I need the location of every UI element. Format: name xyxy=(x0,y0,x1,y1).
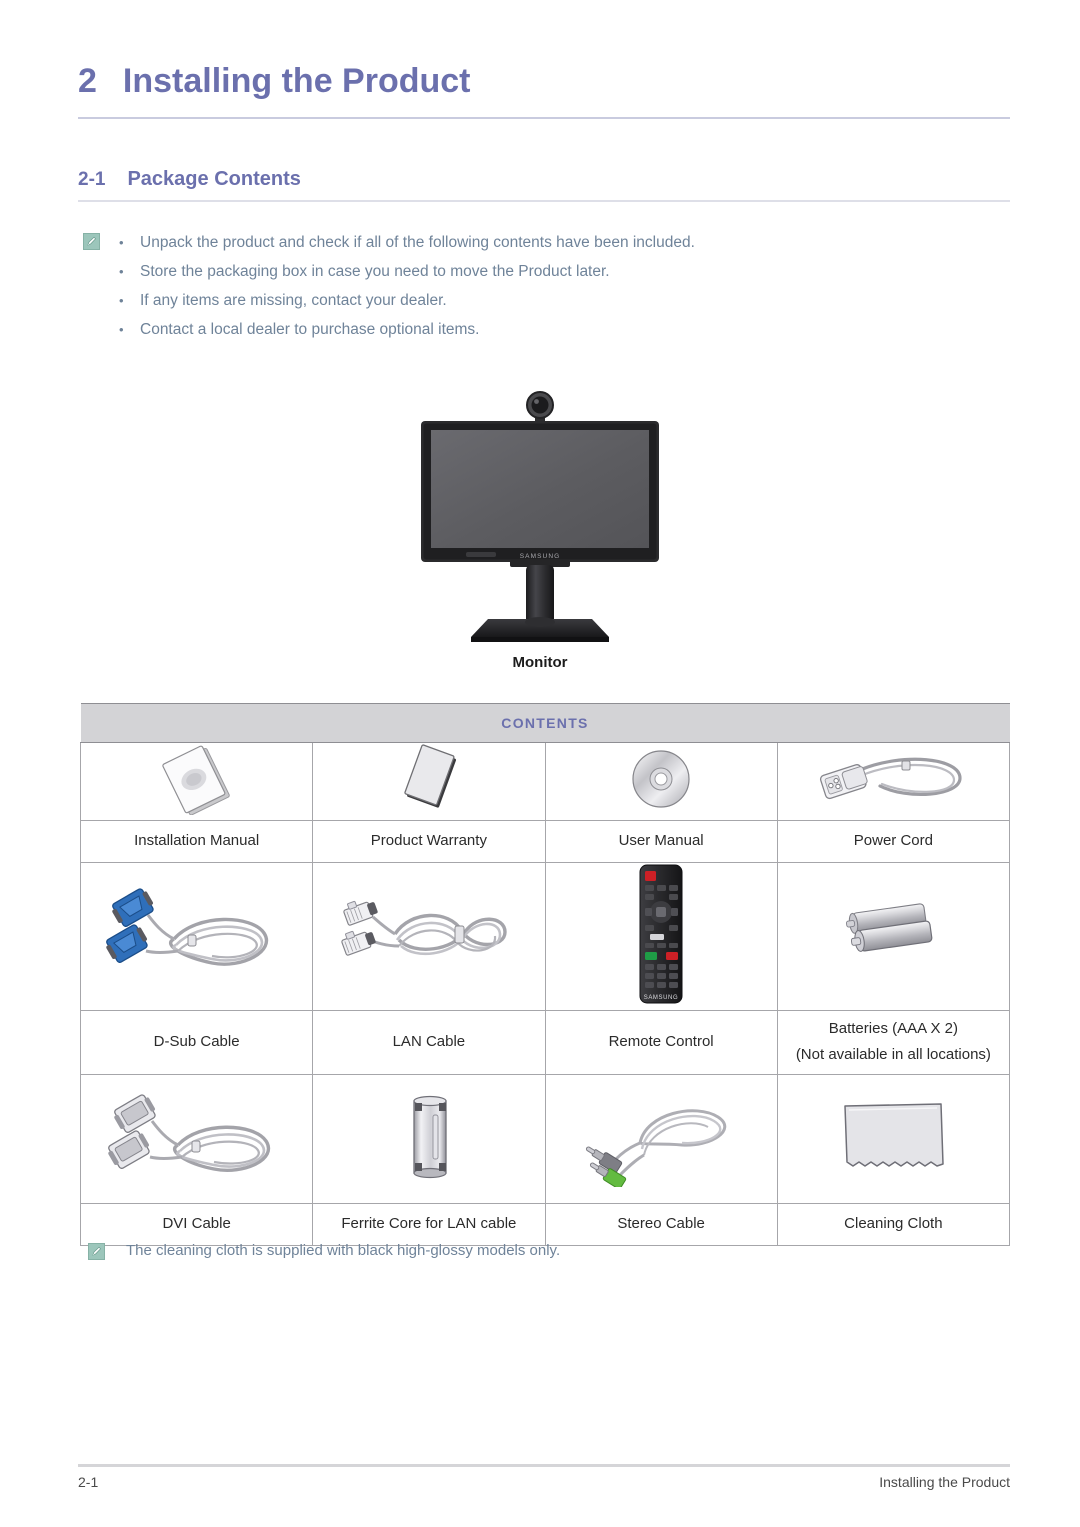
label-batteries: Batteries (AAA X 2) (Not available in al… xyxy=(776,1010,1011,1075)
cell-image-remote-control: SAMSUNG xyxy=(544,862,778,1011)
chapter-number: 2 xyxy=(78,62,97,100)
label-user-manual: User Manual xyxy=(544,820,778,863)
remote-control-icon: SAMSUNG xyxy=(630,863,692,1010)
svg-text:SAMSUNG: SAMSUNG xyxy=(520,553,561,560)
dvi-cable-icon xyxy=(102,1087,292,1192)
dsub-cable-icon xyxy=(102,879,292,994)
footnote-block: The cleaning cloth is supplied with blac… xyxy=(84,1240,984,1262)
card-icon xyxy=(379,743,479,820)
label-batteries-sublabel: (Not available in all locations) xyxy=(795,1046,991,1063)
hero-caption: Monitor xyxy=(512,654,568,671)
stereo-cable-icon xyxy=(576,1087,746,1192)
document-page: 2 Installing the Product 2-1 Package Con… xyxy=(0,0,1080,1527)
chapter-divider xyxy=(78,117,1010,119)
cell-image-lan-cable xyxy=(312,862,546,1011)
cell-image-batteries xyxy=(776,862,1011,1011)
booklet-icon xyxy=(147,743,247,820)
chapter-title: Installing the Product xyxy=(122,62,471,100)
table-row xyxy=(79,742,1011,821)
table-label-row: D-Sub Cable LAN Cable Remote Control Bat… xyxy=(79,1010,1011,1075)
cell-image-dvi-cable xyxy=(79,1074,314,1204)
cell-image-user-manual xyxy=(544,742,778,821)
note-bullet-item: If any items are missing, contact your d… xyxy=(78,286,978,315)
table-label-row: Installation Manual Product Warranty Use… xyxy=(79,820,1011,863)
footer-chapter-label: Installing the Product xyxy=(879,1474,1010,1490)
lan-cable-icon xyxy=(339,884,519,989)
table-row xyxy=(79,1074,1011,1204)
section-divider xyxy=(78,200,1010,202)
label-remote-control: Remote Control xyxy=(544,1010,778,1075)
label-batteries-main: Batteries (AAA X 2) xyxy=(828,1020,958,1037)
footnote-text: The cleaning cloth is supplied with blac… xyxy=(126,1242,561,1259)
footer-divider xyxy=(78,1464,1010,1467)
cell-image-installation-manual xyxy=(79,742,314,821)
cell-image-power-cord xyxy=(776,742,1011,821)
label-power-cord: Power Cord xyxy=(776,820,1011,863)
cell-image-ferrite-core xyxy=(312,1074,546,1204)
monitor-illustration: SAMSUNG xyxy=(410,388,670,648)
section-number: 2-1 xyxy=(78,169,106,190)
note-block: Unpack the product and check if all of t… xyxy=(78,228,978,344)
note-bullet-list: Unpack the product and check if all of t… xyxy=(78,228,978,344)
cell-image-cleaning-cloth xyxy=(776,1074,1011,1204)
page-footer: 2-1 Installing the Product xyxy=(78,1474,1010,1490)
footer-page-number: 2-1 xyxy=(78,1474,99,1490)
table-header-contents: CONTENTS xyxy=(80,703,1010,743)
cd-disc-icon xyxy=(625,743,697,820)
hero-figure: SAMSUNG Monitor xyxy=(0,388,1080,671)
label-installation-manual: Installation Manual xyxy=(79,820,314,863)
label-lan-cable: LAN Cable xyxy=(312,1010,546,1075)
cleaning-cloth-icon xyxy=(833,1094,953,1185)
note-bullet-item: Unpack the product and check if all of t… xyxy=(78,228,978,257)
ferrite-core-icon xyxy=(394,1089,464,1190)
power-cord-icon xyxy=(808,744,978,819)
cell-image-stereo-cable xyxy=(544,1074,778,1204)
batteries-icon xyxy=(828,894,958,979)
svg-text:SAMSUNG: SAMSUNG xyxy=(644,995,679,1001)
cell-image-dsub-cable xyxy=(79,862,314,1011)
section-heading: 2-1 Package Contents xyxy=(78,168,1010,191)
note-bullet-item: Contact a local dealer to purchase optio… xyxy=(78,315,978,344)
table-row: SAMSUNG xyxy=(79,862,1011,1011)
table-header-row: CONTENTS xyxy=(80,703,1010,743)
note-bullet-item: Store the packaging box in case you need… xyxy=(78,257,978,286)
section-title: Package Contents xyxy=(127,168,301,190)
package-contents-table: CONTENTS Installation Manual Product War… xyxy=(79,703,1011,1246)
label-product-warranty: Product Warranty xyxy=(312,820,546,863)
chapter-heading: 2 Installing the Product xyxy=(78,62,1010,101)
label-dsub-cable: D-Sub Cable xyxy=(79,1010,314,1075)
note-pencil-icon xyxy=(88,1243,105,1260)
cell-image-product-warranty xyxy=(312,742,546,821)
